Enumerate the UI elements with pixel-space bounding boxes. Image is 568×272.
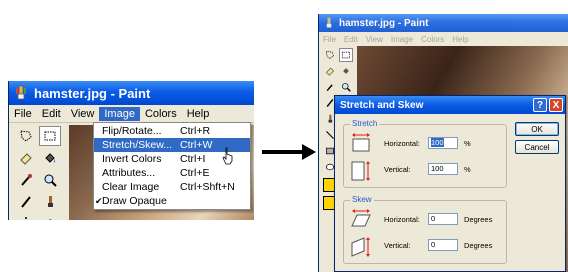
paint-app-icon bbox=[323, 17, 335, 29]
pencil-icon[interactable] bbox=[15, 192, 37, 212]
brush-icon[interactable] bbox=[39, 192, 61, 212]
svg-text:A: A bbox=[46, 216, 55, 220]
skew-vertical-label: Vertical: bbox=[384, 241, 411, 250]
skew-horizontal-input[interactable]: 0 bbox=[428, 213, 458, 225]
window-title-bar[interactable]: hamster.jpg - Paint bbox=[319, 14, 568, 32]
rect-select-icon[interactable] bbox=[339, 48, 353, 62]
window-title-bar[interactable]: hamster.jpg - Paint bbox=[9, 81, 254, 105]
magnifier-icon[interactable] bbox=[339, 80, 353, 94]
fill-icon[interactable] bbox=[39, 148, 61, 168]
paint-app-icon bbox=[13, 85, 29, 101]
stretch-horizontal-icon bbox=[350, 131, 372, 156]
menu-item-flip-rotate[interactable]: Flip/Rotate... Ctrl+R bbox=[94, 124, 250, 138]
window-title: hamster.jpg - Paint bbox=[339, 17, 429, 29]
menu-file[interactable]: File bbox=[319, 35, 340, 44]
menu-colors[interactable]: Colors bbox=[140, 107, 182, 121]
free-select-icon[interactable] bbox=[15, 126, 37, 146]
skew-horizontal-icon bbox=[350, 207, 372, 232]
skew-group: Skew Horizontal: 0 Degrees Vertical: 0 D… bbox=[343, 195, 507, 264]
skew-group-title: Skew bbox=[350, 195, 374, 204]
image-menu-dropdown: Flip/Rotate... Ctrl+R Stretch/Skew... Ctrl… bbox=[93, 122, 251, 210]
menu-view[interactable]: View bbox=[66, 107, 100, 121]
text-icon[interactable]: A bbox=[39, 212, 61, 220]
menu-item-clear-image[interactable]: Clear Image Ctrl+Shft+N bbox=[94, 180, 250, 194]
ok-button[interactable]: OK bbox=[515, 122, 559, 136]
skew-vertical-input[interactable]: 0 bbox=[428, 239, 458, 251]
stretch-skew-dialog: Stretch and Skew ? X Stretch Horizontal:… bbox=[334, 95, 566, 272]
airbrush-icon[interactable] bbox=[15, 212, 37, 220]
menu-image[interactable]: Image bbox=[387, 35, 417, 44]
stretch-vertical-icon bbox=[350, 159, 372, 186]
free-select-icon[interactable] bbox=[323, 48, 337, 62]
picker-icon[interactable] bbox=[323, 80, 337, 94]
stretch-group-title: Stretch bbox=[350, 119, 380, 128]
menu-edit[interactable]: Edit bbox=[340, 35, 362, 44]
menu-help[interactable]: Help bbox=[448, 35, 472, 44]
skew-horizontal-label: Horizontal: bbox=[384, 215, 420, 224]
dialog-title: Stretch and Skew bbox=[340, 99, 424, 111]
close-button[interactable]: X bbox=[549, 98, 563, 112]
picker-icon[interactable] bbox=[15, 170, 37, 190]
skew-vertical-unit: Degrees bbox=[464, 241, 493, 250]
stretch-horizontal-unit: % bbox=[464, 139, 471, 148]
menu-file[interactable]: File bbox=[9, 107, 37, 121]
eraser-icon[interactable] bbox=[323, 64, 337, 78]
stretch-group: Stretch Horizontal: 100 % Vertical: 100 … bbox=[343, 119, 507, 188]
toolbox: A bbox=[9, 124, 65, 220]
mouse-pointer-icon bbox=[222, 147, 234, 165]
stretch-vertical-unit: % bbox=[464, 165, 471, 174]
stretch-vertical-input[interactable]: 100 bbox=[428, 163, 458, 175]
magnifier-icon[interactable] bbox=[39, 170, 61, 190]
arrow-icon bbox=[260, 142, 318, 162]
menu-colors[interactable]: Colors bbox=[417, 35, 448, 44]
paint-window-before: hamster.jpg - Paint File Edit View Image… bbox=[8, 81, 254, 220]
menu-view[interactable]: View bbox=[362, 35, 387, 44]
stretch-horizontal-input[interactable]: 100 bbox=[428, 137, 458, 149]
menu-bar: File Edit View Image Colors Help bbox=[9, 105, 254, 123]
window-title: hamster.jpg - Paint bbox=[34, 85, 151, 101]
cancel-button[interactable]: Cancel bbox=[515, 140, 559, 154]
dialog-title-bar[interactable]: Stretch and Skew ? X bbox=[335, 96, 565, 114]
skew-horizontal-unit: Degrees bbox=[464, 215, 493, 224]
rect-select-icon[interactable] bbox=[39, 126, 61, 146]
menu-image[interactable]: Image bbox=[99, 106, 140, 121]
help-button[interactable]: ? bbox=[533, 98, 547, 112]
checkmark-icon: ✔ bbox=[95, 195, 103, 206]
menu-item-draw-opaque[interactable]: ✔ Draw Opaque bbox=[94, 194, 250, 208]
stretch-vertical-label: Vertical: bbox=[384, 165, 411, 174]
skew-vertical-icon bbox=[350, 235, 372, 262]
menu-bar: File Edit View Image Colors Help bbox=[319, 32, 568, 46]
menu-item-attributes[interactable]: Attributes... Ctrl+E bbox=[94, 166, 250, 180]
menu-edit[interactable]: Edit bbox=[37, 107, 66, 121]
stretch-horizontal-label: Horizontal: bbox=[384, 139, 420, 148]
menu-help[interactable]: Help bbox=[182, 107, 215, 121]
fill-icon[interactable] bbox=[339, 64, 353, 78]
eraser-icon[interactable] bbox=[15, 148, 37, 168]
